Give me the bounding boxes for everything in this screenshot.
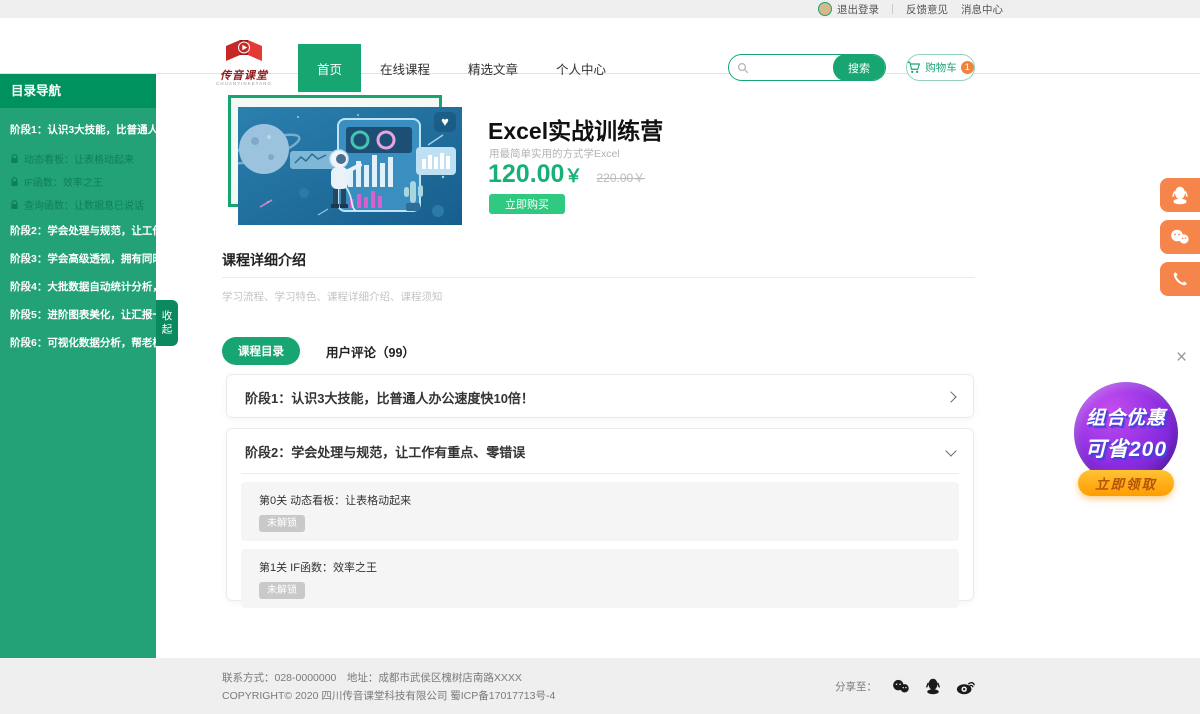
course-subtitle: 用最简单实用的方式学Excel — [489, 146, 620, 161]
detail-meta: 学习流程、学习特色、课程详细介绍、课程须知 — [222, 289, 443, 304]
sidebar-title: 目录导航 — [0, 74, 156, 108]
current-price: 120.00￥ — [488, 160, 582, 189]
phone-icon — [1172, 271, 1188, 287]
search-box: 搜索 — [728, 54, 886, 81]
user-avatar — [818, 2, 832, 16]
cart-label: 购物车 — [925, 60, 957, 75]
footer-copyright: COPYRIGHT© 2020 四川传音课堂科技有限公司 蜀ICP备170177… — [222, 687, 555, 705]
price-row: 120.00￥ 220.00￥ — [488, 160, 645, 189]
topbar-user-cluster: 退出登录 反馈意见 消息中心 — [818, 0, 1003, 18]
section-divider — [222, 277, 975, 278]
footer-contact: 联系方式：028-0000000 地址：成都市武侯区槐树店南路XXXX — [222, 669, 555, 687]
brand-name: 传音课堂 — [212, 71, 276, 81]
share-bar: 分享至： — [835, 658, 976, 714]
nav-item-articles[interactable]: 精选文章 — [449, 44, 537, 92]
stage-divider — [241, 473, 959, 474]
stage-1-header[interactable]: 阶段1：认识3大技能，比普通人办公速度快10倍！ — [227, 375, 973, 419]
stage-card-1: 阶段1：认识3大技能，比普通人办公速度快10倍！ — [226, 374, 974, 418]
lock-icon — [10, 200, 19, 210]
sidebar-stage-6[interactable]: 阶段6：可视化数据分析，帮老板... — [0, 329, 156, 356]
footer: 联系方式：028-0000000 地址：成都市武侯区槐树店南路XXXX COPY… — [0, 658, 1200, 714]
sidebar-lesson-1[interactable]: IF函数：效率之王 — [0, 170, 156, 193]
share-wechat-button[interactable] — [892, 679, 910, 694]
wechat-icon — [892, 679, 910, 694]
original-price: 220.00￥ — [596, 169, 645, 186]
chevron-right-icon — [945, 391, 956, 402]
wechat-icon — [1170, 229, 1190, 245]
promo-line-2: 可省200 — [1085, 433, 1167, 463]
brand-subtitle: CHUANYINKETANG — [212, 81, 276, 87]
promo-close-icon[interactable]: × — [1176, 348, 1187, 367]
detail-heading: 课程详细介绍 — [222, 250, 306, 270]
sidebar-collapse-button[interactable]: 收起 — [156, 300, 178, 346]
messages-link[interactable]: 消息中心 — [961, 2, 1003, 17]
lock-icon — [10, 154, 19, 164]
catalog-sidebar: 目录导航 阶段1：认识3大技能，比普通人... 动态看板：让表格动起来 IF函数… — [0, 74, 156, 658]
sidebar-lesson-2[interactable]: 查询函数：让数据息已说话 — [0, 193, 156, 216]
sidebar-stage-3[interactable]: 阶段3：学会高级透视，拥有同时... — [0, 245, 156, 272]
topbar-divider — [892, 4, 893, 14]
topbar: 退出登录 反馈意见 消息中心 — [0, 0, 1200, 18]
tab-catalog[interactable]: 课程目录 — [222, 337, 300, 365]
main-nav: 首页 在线课程 精选文章 个人中心 — [298, 44, 625, 92]
brand-logo[interactable]: 传音课堂 CHUANYINKETANG — [212, 38, 276, 87]
share-weibo-button[interactable] — [956, 678, 976, 695]
sidebar-stage-5[interactable]: 阶段5：进阶图表美化，让汇报一... — [0, 301, 156, 328]
qq-icon — [1171, 185, 1189, 205]
chevron-down-icon — [945, 445, 956, 456]
favorite-button[interactable]: ♥ — [434, 112, 456, 132]
brand-logo-icon — [222, 38, 266, 66]
course-title: Excel实战训练营 — [488, 112, 663, 146]
heart-icon: ♥ — [441, 114, 449, 129]
locked-badge: 未解锁 — [259, 582, 305, 599]
promo-claim-button[interactable]: 立即领取 — [1078, 470, 1174, 496]
search-icon — [737, 62, 749, 74]
share-qq-button[interactable] — [925, 677, 941, 695]
footer-text: 联系方式：028-0000000 地址：成都市武侯区槐树店南路XXXX COPY… — [222, 669, 555, 705]
sidebar-stage-4[interactable]: 阶段4：大批数据自动统计分析，... — [0, 273, 156, 300]
search-button[interactable]: 搜索 — [833, 54, 885, 81]
locked-badge: 未解锁 — [259, 515, 305, 532]
phone-contact-button[interactable] — [1160, 262, 1200, 296]
cart-button[interactable]: 购物车 1 — [906, 54, 975, 81]
weibo-icon — [956, 678, 976, 695]
logout-label: 退出登录 — [837, 2, 879, 17]
sidebar-stage-2[interactable]: 阶段2：学会处理与规范，让工作... — [0, 217, 156, 244]
detail-tabs: 课程目录 用户评论（99） — [222, 337, 415, 365]
cart-icon — [907, 61, 921, 74]
nav-item-profile[interactable]: 个人中心 — [537, 44, 625, 92]
logout-button[interactable]: 退出登录 — [818, 2, 879, 17]
sidebar-stage-1[interactable]: 阶段1：认识3大技能，比普通人... — [0, 108, 156, 147]
navbar: 传音课堂 CHUANYINKETANG 首页 在线课程 精选文章 个人中心 搜索… — [0, 18, 1200, 74]
feedback-link[interactable]: 反馈意见 — [906, 2, 948, 17]
lesson-row-0[interactable]: 第0关 动态看板：让表格动起来 未解锁 — [241, 482, 959, 541]
nav-item-home[interactable]: 首页 — [298, 44, 361, 92]
sidebar-lesson-0[interactable]: 动态看板：让表格动起来 — [0, 147, 156, 170]
wechat-contact-button[interactable] — [1160, 220, 1200, 254]
lesson-row-1[interactable]: 第1关 IF函数：效率之王 未解锁 — [241, 549, 959, 608]
tab-comments[interactable]: 用户评论（99） — [326, 342, 415, 361]
stage-card-2: 阶段2：学会处理与规范，让工作有重点、零错误 第0关 动态看板：让表格动起来 未… — [226, 428, 974, 601]
promo-line-1: 组合优惠 — [1086, 403, 1166, 430]
share-label: 分享至： — [835, 679, 877, 694]
promo-badge[interactable]: 组合优惠 可省200 — [1074, 382, 1178, 484]
course-banner-image[interactable]: ♥ — [238, 107, 462, 225]
page: 退出登录 反馈意见 消息中心 传音课堂 CHUANYINKETANG 首页 在线… — [0, 0, 1200, 714]
search-input[interactable] — [749, 62, 833, 74]
stage-2-header[interactable]: 阶段2：学会处理与规范，让工作有重点、零错误 — [227, 429, 973, 473]
qq-contact-button[interactable] — [1160, 178, 1200, 212]
cart-count-badge: 1 — [961, 61, 974, 74]
buy-now-button[interactable]: 立即购买 — [489, 194, 565, 214]
lock-icon — [10, 177, 19, 187]
nav-item-courses[interactable]: 在线课程 — [361, 44, 449, 92]
qq-icon — [925, 677, 941, 695]
